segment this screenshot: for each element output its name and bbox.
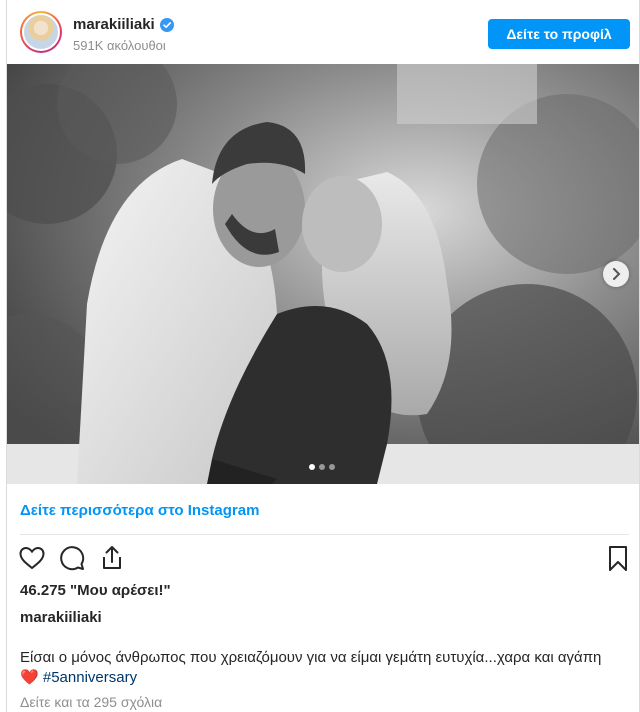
hashtag-link[interactable]: #5anniversary: [43, 669, 137, 686]
caption-username[interactable]: marakiiliaki: [20, 609, 102, 626]
carousel-dot: [309, 464, 315, 470]
follower-count: 591K ακόλουθοι: [73, 38, 166, 53]
couple-photo-image: [7, 64, 639, 484]
bookmark-icon[interactable]: [603, 543, 633, 573]
caption-text: Είσαι ο μόνος άνθρωπος που χρειαζόμουν γ…: [20, 648, 620, 688]
divider: [20, 534, 629, 535]
username-row: marakiiliaki: [73, 16, 174, 33]
carousel-indicator: [309, 464, 335, 470]
comment-icon[interactable]: [57, 543, 87, 573]
carousel-dot: [329, 464, 335, 470]
instagram-embed-card: marakiiliaki 591K ακόλουθοι Δείτε το προ…: [6, 0, 640, 712]
chevron-right-icon: [613, 268, 621, 280]
heart-emoji: ❤️: [20, 669, 39, 686]
username-link[interactable]: marakiiliaki: [73, 16, 155, 33]
carousel-next-button[interactable]: [603, 261, 629, 287]
action-bar: [7, 541, 639, 575]
view-profile-button[interactable]: Δείτε το προφίλ: [488, 19, 630, 49]
carousel-dot: [319, 464, 325, 470]
verified-icon: [159, 17, 174, 32]
share-icon[interactable]: [97, 543, 127, 573]
see-more-on-instagram-link[interactable]: Δείτε περισσότερα στο Instagram: [20, 502, 259, 519]
avatar[interactable]: [20, 11, 62, 53]
post-header: marakiiliaki 591K ακόλουθοι Δείτε το προ…: [7, 0, 639, 64]
post-photo[interactable]: [7, 64, 639, 484]
caption-body: Είσαι ο μόνος άνθρωπος που χρειαζόμουν γ…: [20, 649, 602, 666]
view-comments-link[interactable]: Δείτε και τα 295 σχόλια: [20, 694, 162, 710]
like-count: 46.275 "Μου αρέσει!": [20, 582, 171, 599]
heart-icon[interactable]: [17, 543, 47, 573]
